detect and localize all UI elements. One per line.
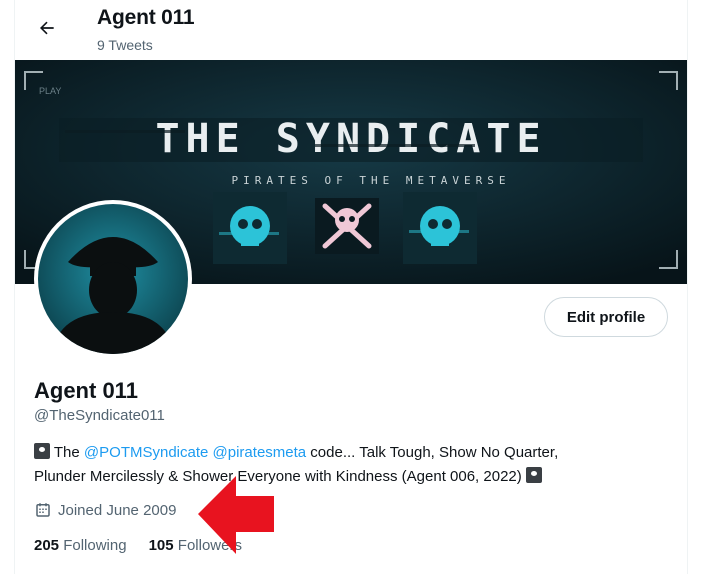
crossbones-skull-icon [315, 198, 379, 254]
skull-crossbones-icon [34, 443, 50, 459]
joined-text: Joined June 2009 [58, 501, 177, 519]
profile-handle: @TheSyndicate011 [34, 407, 165, 424]
banner-title: THE SYNDICATE [155, 116, 546, 162]
cyan-skull-right-icon [403, 192, 477, 264]
banner-play-label: PLAY [39, 86, 61, 96]
mention-potmsyndicate-link[interactable]: @POTMSyndicate [84, 444, 208, 461]
following-link[interactable]: 205 Following [34, 537, 127, 554]
followers-count: 105 [148, 537, 174, 554]
avatar-image [38, 204, 188, 354]
avatar[interactable] [34, 200, 192, 358]
following-count: 205 [34, 537, 60, 554]
joined-date: Joined June 2009 [34, 501, 176, 519]
bio-line2: Plunder Mercilessly & Shower Everyone wi… [34, 468, 526, 485]
bio-prefix: The [50, 444, 84, 461]
back-button[interactable] [29, 12, 65, 48]
calendar-icon [34, 501, 52, 519]
edit-profile-button[interactable]: Edit profile [544, 297, 668, 337]
profile-header-bar: Agent 011 9 Tweets [15, 0, 687, 60]
following-label: Following [63, 537, 127, 554]
skull-crossbones-icon [525, 467, 542, 483]
back-arrow-icon [37, 18, 57, 43]
bio-line1-rest: code... Talk Tough, Show No Quarter, [306, 444, 559, 461]
mention-piratesmeta-link[interactable]: @piratesmeta [213, 444, 307, 461]
cyan-skull-left-icon [213, 192, 287, 264]
banner-subtitle: PIRATES OF THE METAVERSE [232, 174, 511, 187]
profile-name: Agent 011 [34, 378, 138, 403]
red-annotation-arrow-icon [196, 474, 278, 563]
profile-bio: The @POTMSyndicate @piratesmeta code... … [34, 441, 674, 489]
header-title: Agent 011 [97, 6, 195, 29]
tweet-count: 9 Tweets [97, 37, 153, 53]
column-border-right [687, 0, 688, 574]
